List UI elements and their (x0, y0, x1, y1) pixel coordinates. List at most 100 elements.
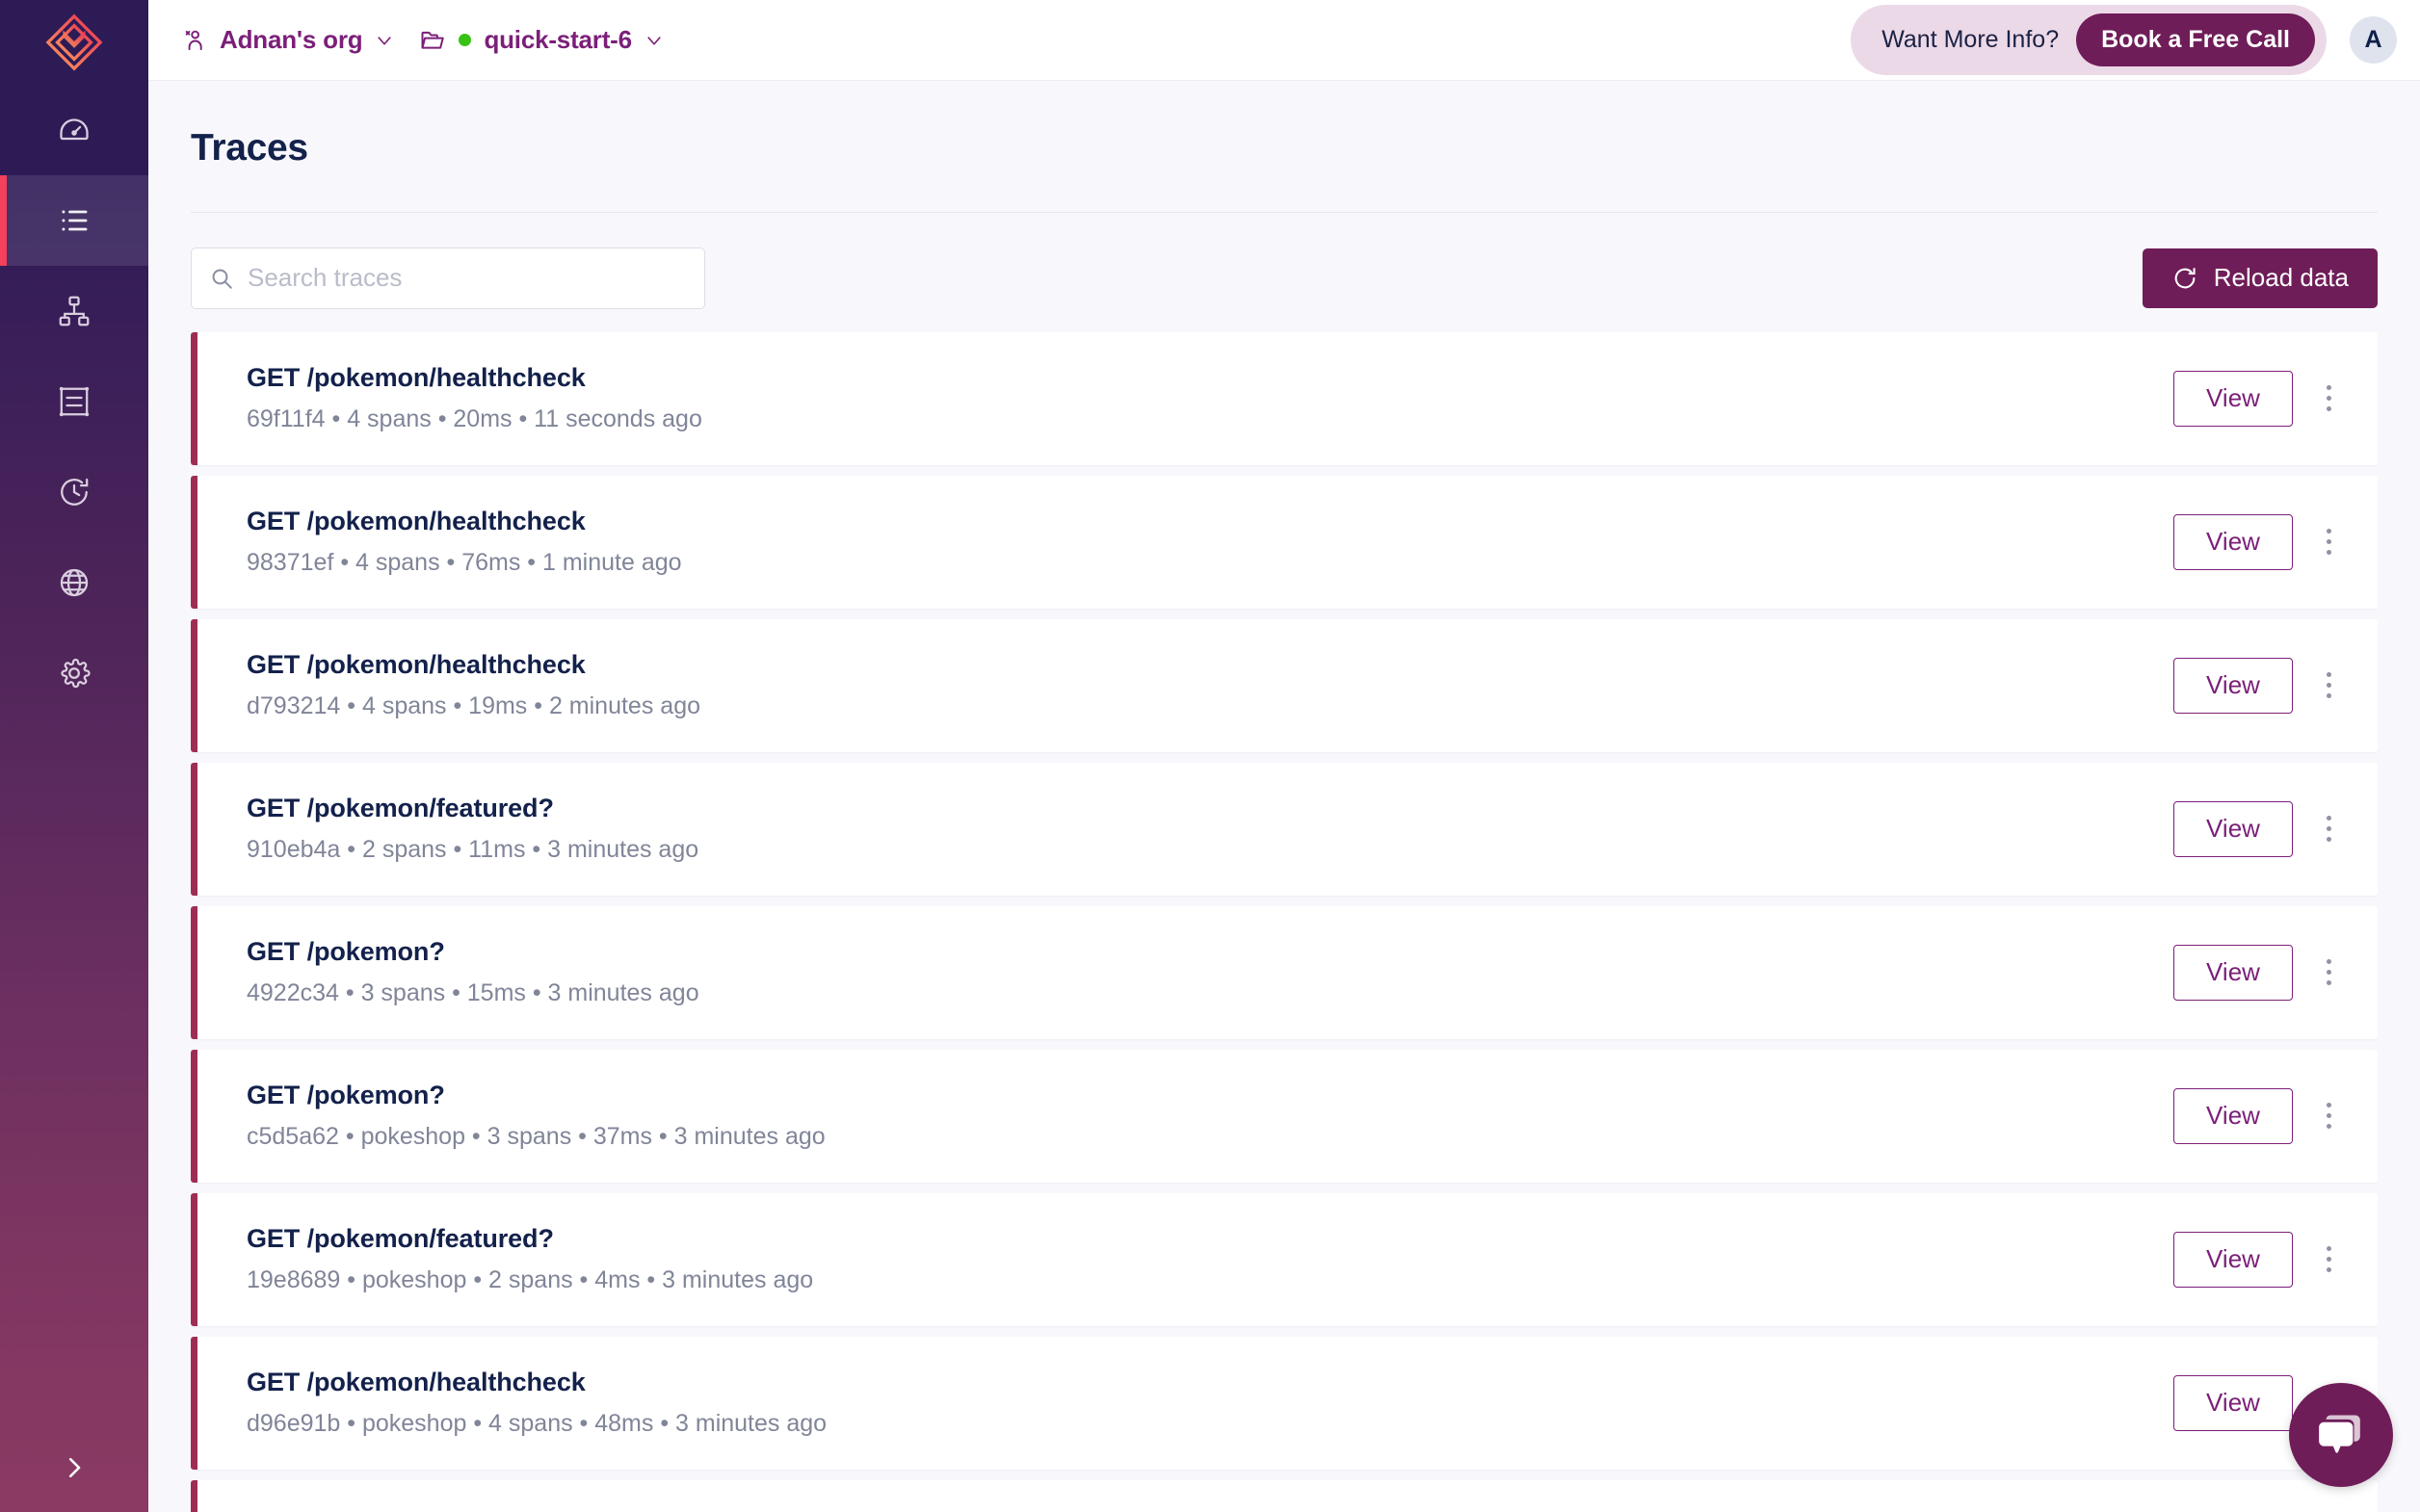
more-options-button[interactable] (2301, 658, 2356, 714)
kebab-dot (2326, 385, 2331, 391)
kebab-dot (2326, 406, 2331, 412)
view-button[interactable]: View (2173, 944, 2293, 1001)
view-button[interactable]: View (2173, 370, 2293, 427)
kebab-dot (2326, 550, 2331, 556)
gear-icon (61, 658, 91, 689)
view-button[interactable]: View (2173, 1231, 2293, 1288)
avatar[interactable]: A (2350, 16, 2397, 64)
trace-name: GET /pokemon/healthcheck (247, 507, 586, 536)
kebab-dot (2326, 959, 2331, 965)
reload-icon (2174, 268, 2196, 289)
search-icon (212, 269, 232, 289)
org-name: Adnan's org (220, 25, 363, 54)
more-options-button[interactable] (2301, 945, 2356, 1001)
trace-name: GET /pokemon/featured? (247, 794, 554, 823)
trace-info: GET /pokemon/featured? 910eb4a • 2 spans … (247, 794, 2173, 864)
kebab-dot (2326, 529, 2331, 534)
book-free-call-button[interactable]: Book a Free Call (2076, 13, 2315, 66)
view-button[interactable]: View (2173, 657, 2293, 714)
more-options-button[interactable] (2301, 801, 2356, 857)
view-button[interactable]: View (2173, 1087, 2293, 1144)
trace-actions: View (2173, 1087, 2356, 1144)
reload-data-label: Reload data (2213, 263, 2349, 293)
environment-selector[interactable]: quick-start-6 (419, 25, 663, 55)
promo-text: Want More Info? (1881, 26, 2060, 53)
sidebar-item-dashboard[interactable] (0, 85, 148, 175)
gauge-icon (60, 118, 89, 141)
view-button[interactable]: View (2173, 1374, 2293, 1431)
traces-list: GET /pokemon/healthcheck 69f11f4 • 4 span… (191, 331, 2378, 1512)
sidebar-item-settings[interactable] (0, 628, 148, 718)
kebab-dot (2326, 826, 2331, 832)
trace-info: GET /pokemon/featured? 19e8689 • pokeshop… (247, 1224, 2173, 1294)
table-row[interactable]: GET /pokemon/healthcheck d96e91b • pokesh… (191, 1336, 2378, 1470)
table-row[interactable]: GET /pokemon/healthcheck d793214 • 4 span… (191, 618, 2378, 752)
table-row[interactable]: GET /pokemon/featured? 910eb4a • 2 spans … (191, 762, 2378, 896)
chat-icon (2319, 1415, 2360, 1453)
more-options-button[interactable] (2301, 371, 2356, 427)
chevron-right-icon (68, 1457, 81, 1478)
sidebar-item-automate[interactable] (0, 356, 148, 447)
kebab-dot (2326, 683, 2331, 689)
reload-data-button[interactable]: Reload data (2142, 248, 2378, 308)
sidebar-expand-button[interactable] (0, 1423, 148, 1512)
more-options-button[interactable] (2301, 1088, 2356, 1144)
org-selector[interactable]: Adnan's org (181, 25, 394, 55)
main-area: Adnan's org quick-start-6 Want More Info… (148, 0, 2420, 1512)
table-row[interactable] (191, 1479, 2378, 1512)
view-button[interactable]: View (2173, 800, 2293, 857)
page-title: Traces (191, 127, 308, 169)
sidebar-item-tests[interactable] (0, 266, 148, 356)
trace-info: GET /pokemon? c5d5a62 • pokeshop • 3 span… (247, 1081, 2173, 1151)
sidebar (0, 0, 148, 1512)
table-row[interactable]: GET /pokemon? c5d5a62 • pokeshop • 3 span… (191, 1049, 2378, 1183)
more-options-button[interactable] (2301, 514, 2356, 570)
kebab-dot (2326, 837, 2331, 843)
trace-name: GET /pokemon/healthcheck (247, 650, 586, 680)
page-content: Traces Reload data GET /pokemo (148, 81, 2420, 1512)
trace-meta: 69f11f4 • 4 spans • 20ms • 11 seconds ag… (247, 405, 702, 433)
trace-info: GET /pokemon/healthcheck 98371ef • 4 span… (247, 507, 2173, 577)
chevron-down-icon (378, 36, 392, 45)
kebab-dot (2326, 693, 2331, 699)
trace-meta: 98371ef • 4 spans • 76ms • 1 minute ago (247, 549, 682, 577)
trace-name: GET /pokemon/healthcheck (247, 363, 586, 393)
table-row[interactable]: GET /pokemon/featured? 19e8689 • pokeshop… (191, 1192, 2378, 1326)
globe-icon (60, 568, 89, 597)
search-input[interactable] (248, 263, 687, 294)
kebab-dot (2326, 539, 2331, 545)
app-logo[interactable] (0, 0, 148, 85)
top-bar: Adnan's org quick-start-6 Want More Info… (148, 0, 2420, 81)
table-row[interactable]: GET /pokemon/healthcheck 69f11f4 • 4 span… (191, 331, 2378, 465)
kebab-dot (2326, 1113, 2331, 1119)
sitemap-icon (59, 296, 90, 326)
sidebar-item-runs[interactable] (0, 447, 148, 537)
trace-meta: d96e91b • pokeshop • 4 spans • 48ms • 3 … (247, 1410, 828, 1438)
folder-icon (421, 31, 445, 49)
promo-banner: Want More Info? Book a Free Call (1851, 5, 2327, 75)
sidebar-nav (0, 85, 148, 718)
table-row[interactable]: GET /pokemon/healthcheck 98371ef • 4 span… (191, 475, 2378, 609)
app-root: Adnan's org quick-start-6 Want More Info… (0, 0, 2420, 1512)
environment-name: quick-start-6 (484, 25, 632, 54)
chat-support-button[interactable] (2289, 1383, 2393, 1487)
kebab-dot (2326, 1103, 2331, 1108)
sidebar-item-environments[interactable] (0, 537, 148, 628)
kebab-dot (2326, 1124, 2331, 1130)
kebab-dot (2326, 1267, 2331, 1273)
trace-meta: d793214 • 4 spans • 19ms • 2 minutes ago (247, 692, 700, 720)
list-icon (62, 210, 88, 231)
box-icon (59, 386, 90, 417)
clock-history-icon (61, 478, 89, 506)
trace-meta: c5d5a62 • pokeshop • 3 spans • 37ms • 3 … (247, 1123, 826, 1151)
sidebar-item-traces[interactable] (0, 175, 148, 266)
trace-actions: View (2173, 657, 2356, 714)
view-button[interactable]: View (2173, 513, 2293, 570)
more-options-button[interactable] (2301, 1232, 2356, 1288)
trace-actions: View (2173, 513, 2356, 570)
kebab-dot (2326, 1246, 2331, 1252)
trace-actions: View (2173, 800, 2356, 857)
search-box[interactable] (191, 247, 705, 309)
table-row[interactable]: GET /pokemon? 4922c34 • 3 spans • 15ms • … (191, 905, 2378, 1039)
kebab-dot (2326, 396, 2331, 402)
